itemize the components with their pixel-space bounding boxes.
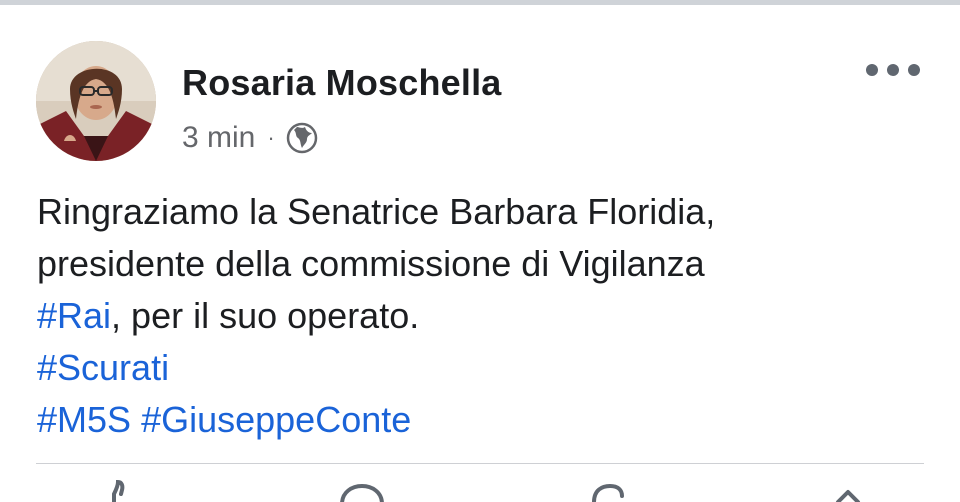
post-meta: 3 min ·: [182, 118, 319, 158]
facebook-post: Rosaria Moschella 3 min · Ringraziamo la…: [0, 0, 960, 502]
share-icon[interactable]: [824, 480, 884, 502]
more-dot: [908, 64, 920, 76]
hashtag-link[interactable]: #M5S: [37, 399, 131, 440]
more-options-button[interactable]: [866, 56, 920, 84]
hashtag-link[interactable]: #Rai: [37, 295, 111, 336]
post-line: #M5S #GiuseppeConte: [37, 394, 937, 446]
post-line: presidente della commissione di Vigilanz…: [37, 243, 705, 284]
more-dot: [866, 64, 878, 76]
meta-separator: ·: [267, 125, 275, 150]
avatar-photo: [36, 41, 156, 161]
post-line: #Scurati: [37, 342, 937, 394]
like-icon[interactable]: [88, 479, 148, 502]
post-line: #Rai, per il suo operato.: [37, 290, 937, 342]
comment-icon[interactable]: [334, 480, 394, 502]
globe-icon[interactable]: [285, 121, 319, 155]
avatar[interactable]: [36, 41, 156, 161]
post-time[interactable]: 3 min: [182, 121, 255, 155]
hashtag-link[interactable]: #GiuseppeConte: [141, 399, 411, 440]
hashtag-link[interactable]: #Scurati: [37, 347, 169, 388]
post-actions-bar: [0, 479, 960, 502]
author-name[interactable]: Rosaria Moschella: [182, 62, 502, 104]
post-text-fragment: , per il suo operato.: [111, 295, 420, 336]
post-line: Ringraziamo la Senatrice Barbara Floridi…: [37, 191, 716, 232]
top-divider: [0, 0, 960, 5]
post-text: Ringraziamo la Senatrice Barbara Floridi…: [37, 186, 937, 446]
more-dot: [887, 64, 899, 76]
reaction-icon[interactable]: [586, 480, 646, 502]
actions-divider: [36, 463, 924, 464]
